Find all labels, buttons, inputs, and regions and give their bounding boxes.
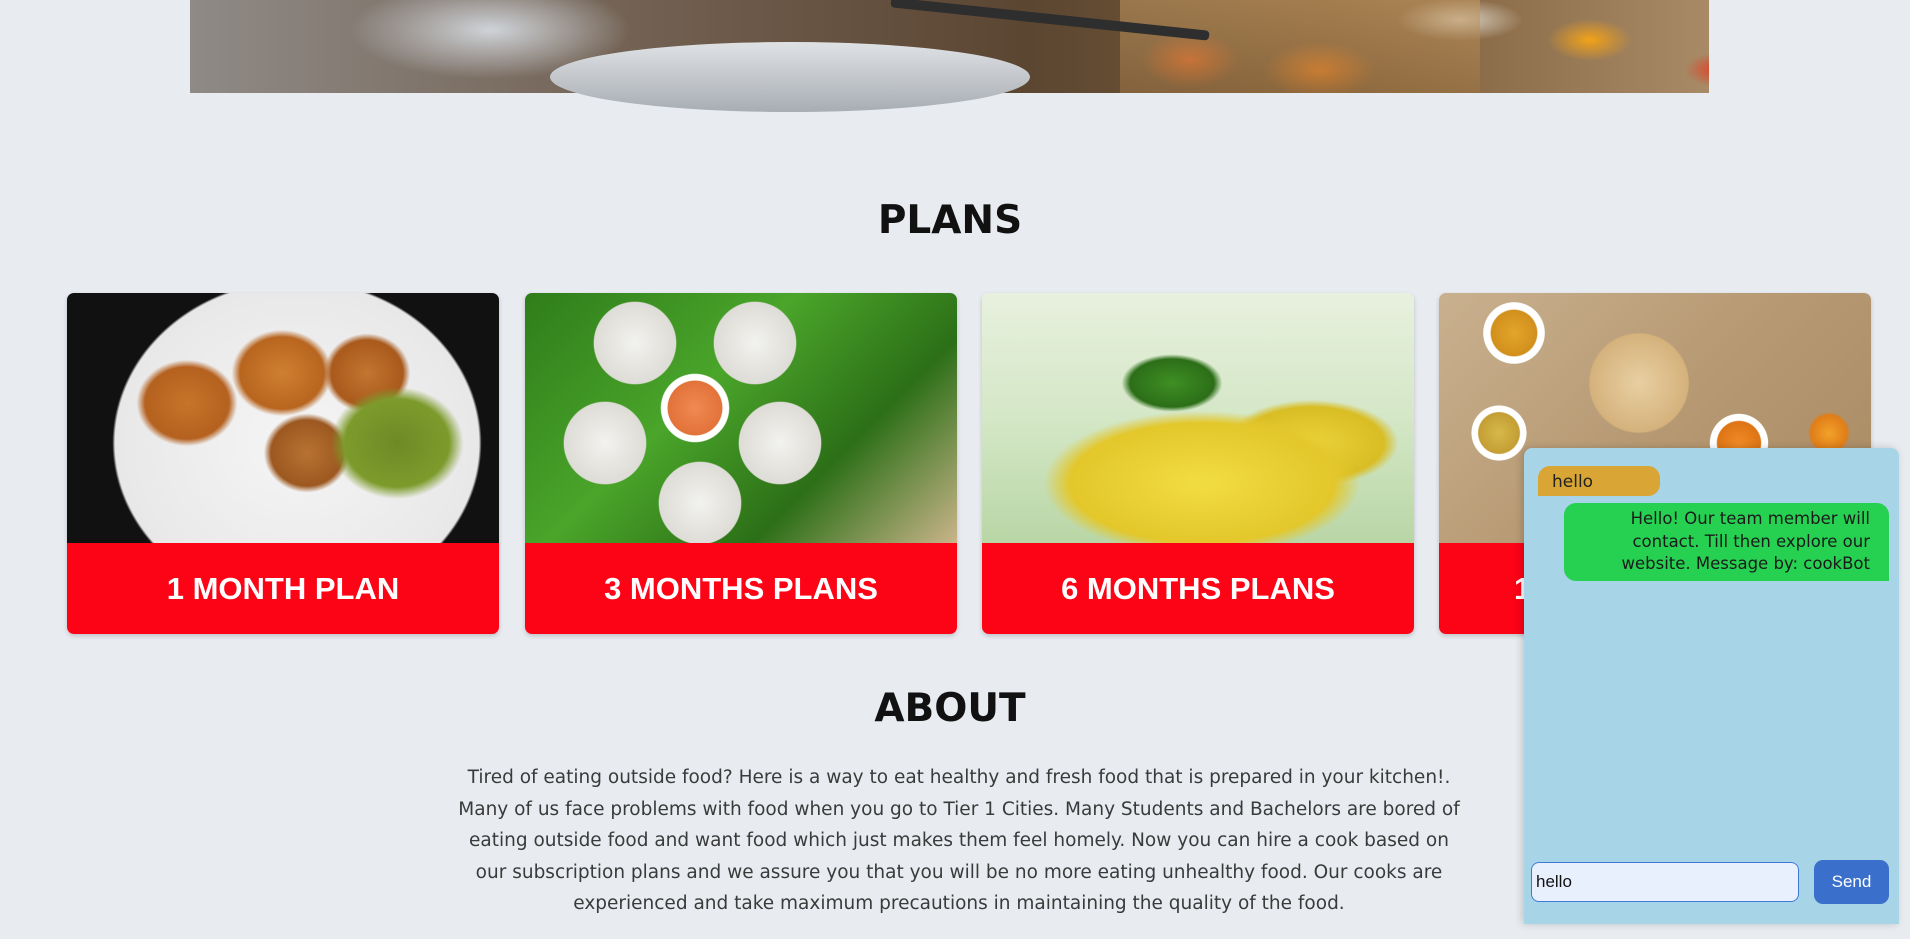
about-text: Tired of eating outside food? Here is a … <box>458 767 1460 914</box>
cutting-board <box>1120 0 1480 93</box>
plans-title: PLANS <box>877 198 1023 243</box>
samosa-image <box>67 293 499 543</box>
plan-card-label: 3 MONTHS PLANS <box>525 543 957 634</box>
plan-card-6-months[interactable]: 6 MONTHS PLANS <box>982 293 1414 634</box>
page: PLANS 1 MONTH PLAN 3 MONTHS PLANS 6 MONT… <box>0 0 1910 939</box>
chat-widget: hello Hello! Our team member will contac… <box>1524 448 1899 924</box>
chat-message-bot: Hello! Our team member will contact. Til… <box>1564 503 1889 581</box>
chat-message-user: hello <box>1538 466 1660 496</box>
plan-card-label: 1 MONTH PLAN <box>67 543 499 634</box>
plan-card-3-months[interactable]: 3 MONTHS PLANS <box>525 293 957 634</box>
hero-image <box>190 0 1709 112</box>
idli-image <box>525 293 957 543</box>
send-button[interactable]: Send <box>1814 860 1889 904</box>
plan-card-1-month[interactable]: 1 MONTH PLAN <box>67 293 499 634</box>
plan-card-label: 6 MONTHS PLANS <box>982 543 1414 634</box>
pan <box>550 42 1030 112</box>
dhokla-image <box>982 293 1414 543</box>
chat-input[interactable] <box>1531 862 1799 902</box>
